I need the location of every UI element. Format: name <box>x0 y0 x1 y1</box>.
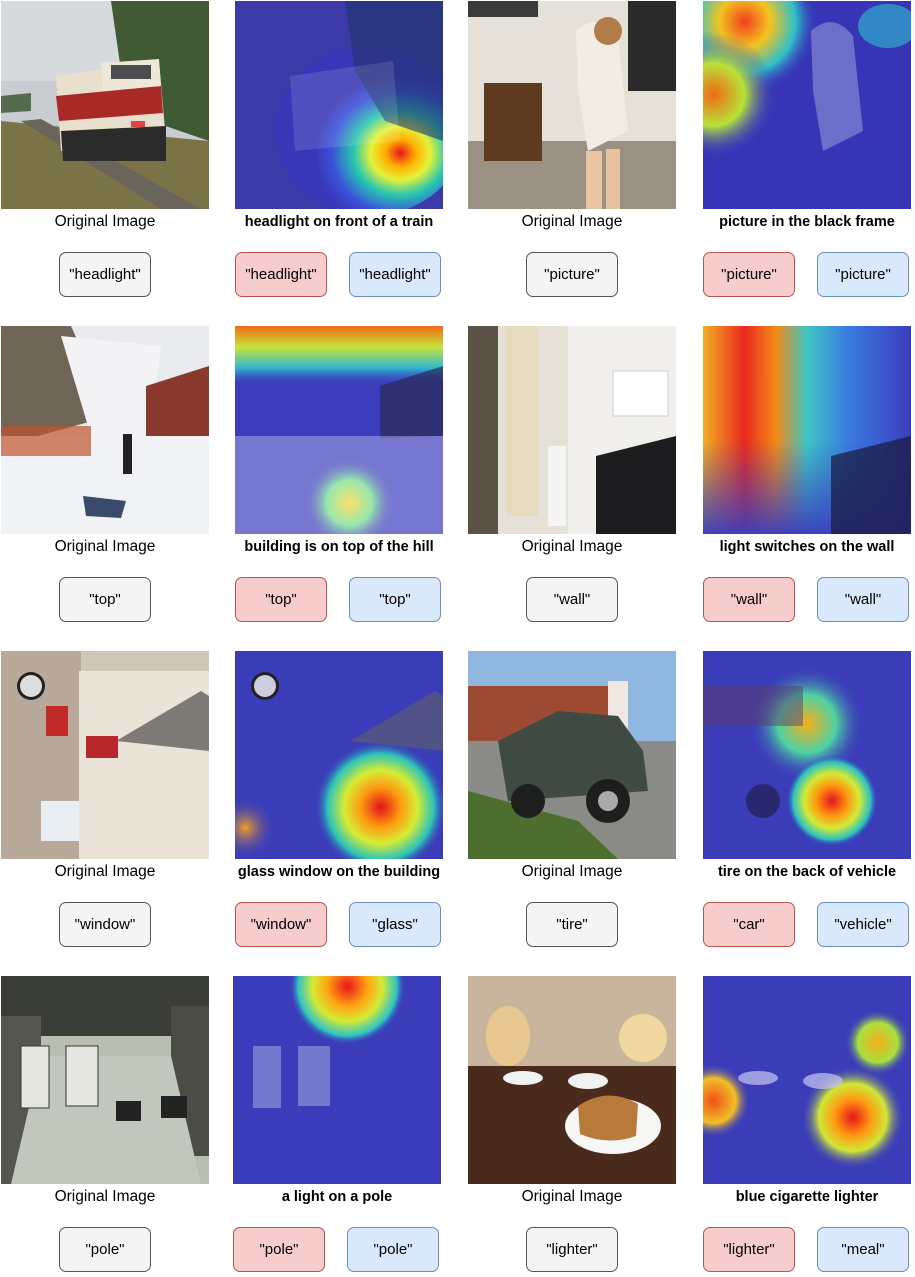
original-image-label: Original Image <box>54 1188 156 1205</box>
original-image-label: Original Image <box>54 213 156 230</box>
prediction-blue-tag: "top" <box>349 577 441 622</box>
prediction-blue-tag: "pole" <box>347 1227 439 1272</box>
prediction-blue-tag: "meal" <box>817 1227 909 1272</box>
query-word-tag: "tire" <box>526 902 618 947</box>
bathroom-heatmap-image <box>703 326 911 534</box>
ski-original-image <box>1 326 209 534</box>
truck-original-image <box>468 651 676 859</box>
train-original-image <box>1 1 209 209</box>
original-image-label: Original Image <box>54 863 156 880</box>
storefront-original-image <box>1 651 209 859</box>
heatmap-caption: glass window on the building <box>237 864 441 880</box>
prediction-red-tag: "wall" <box>703 577 795 622</box>
prediction-red-tag: "pole" <box>233 1227 325 1272</box>
dining-heatmap-image <box>703 976 911 1184</box>
query-word-tag: "picture" <box>526 252 618 297</box>
prediction-red-tag: "headlight" <box>235 252 327 297</box>
heatmap-caption: picture in the black frame <box>719 214 895 230</box>
street-heatmap-image <box>233 976 441 1184</box>
prediction-red-tag: "car" <box>703 902 795 947</box>
prediction-blue-tag: "glass" <box>349 902 441 947</box>
prediction-red-tag: "picture" <box>703 252 795 297</box>
heatmap-caption: building is on top of the hill <box>244 539 434 555</box>
original-image-label: Original Image <box>521 538 623 555</box>
original-image-label: Original Image <box>521 1188 623 1205</box>
prediction-blue-tag: "headlight" <box>349 252 441 297</box>
ski-heatmap-image <box>235 326 443 534</box>
original-image-label: Original Image <box>521 863 623 880</box>
prediction-blue-tag: "wall" <box>817 577 909 622</box>
prediction-blue-tag: "vehicle" <box>817 902 909 947</box>
query-word-tag: "lighter" <box>526 1227 618 1272</box>
heatmap-caption: a light on a pole <box>281 1189 393 1205</box>
query-word-tag: "pole" <box>59 1227 151 1272</box>
query-word-tag: "top" <box>59 577 151 622</box>
original-image-label: Original Image <box>54 538 156 555</box>
storefront-heatmap-image <box>235 651 443 859</box>
dining-original-image <box>468 976 676 1184</box>
prediction-red-tag: "window" <box>235 902 327 947</box>
bathroom-original-image <box>468 326 676 534</box>
figure-grid: Original Image "headlight" headlight on … <box>0 0 915 1277</box>
heatmap-caption: light switches on the wall <box>719 539 895 555</box>
train-heatmap-image <box>235 1 443 209</box>
prediction-red-tag: "lighter" <box>703 1227 795 1272</box>
query-word-tag: "wall" <box>526 577 618 622</box>
query-word-tag: "window" <box>59 902 151 947</box>
woman-heatmap-image <box>703 1 911 209</box>
street-original-image <box>1 976 209 1184</box>
woman-original-image <box>468 1 676 209</box>
heatmap-caption: headlight on front of a train <box>244 214 434 230</box>
truck-heatmap-image <box>703 651 911 859</box>
heatmap-caption: tire on the back of vehicle <box>717 864 897 880</box>
prediction-red-tag: "top" <box>235 577 327 622</box>
original-image-label: Original Image <box>521 213 623 230</box>
query-word-tag: "headlight" <box>59 252 151 297</box>
heatmap-caption: blue cigarette lighter <box>735 1189 879 1205</box>
prediction-blue-tag: "picture" <box>817 252 909 297</box>
